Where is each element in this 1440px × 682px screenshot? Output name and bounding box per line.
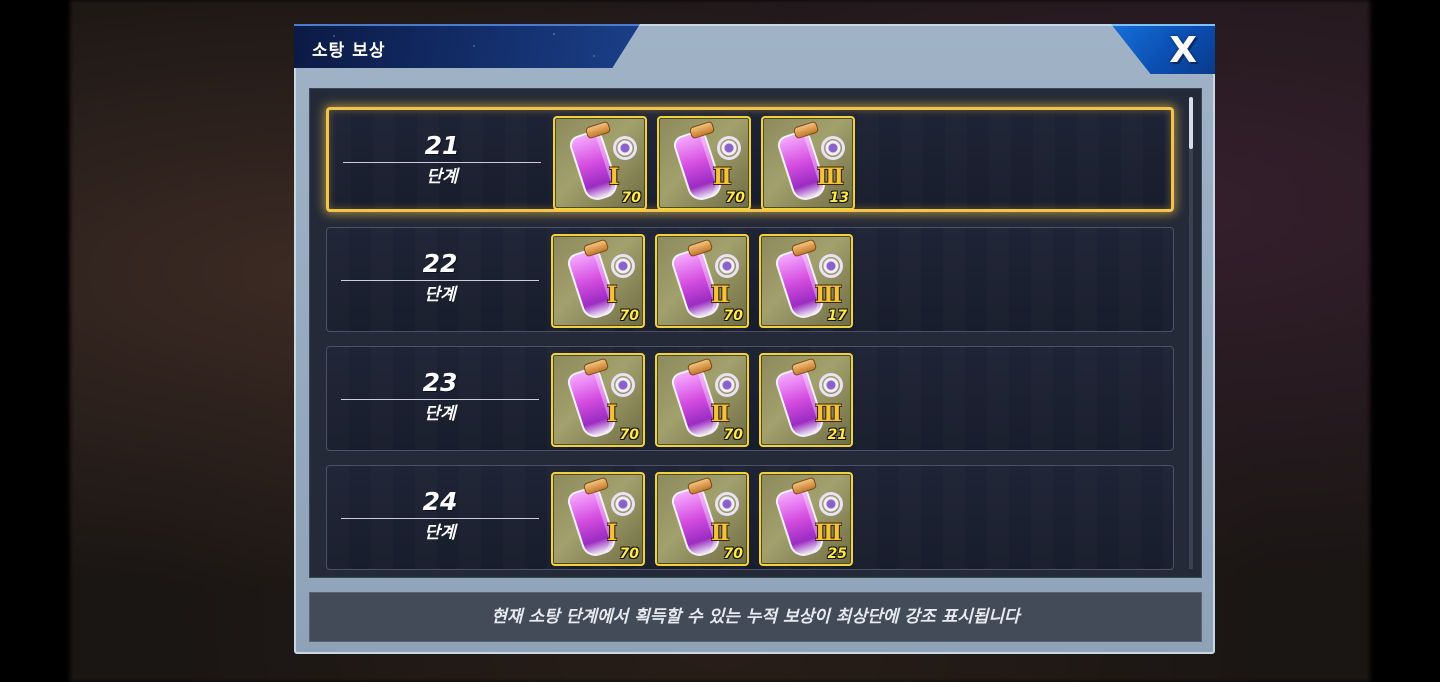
stage-label: 단계 — [424, 523, 456, 543]
reward-items: I 70 II 70 III 17 — [551, 234, 853, 328]
item-quantity: 70 — [723, 308, 743, 324]
reward-item-slot[interactable]: II 70 — [655, 234, 749, 328]
tier-numeral: III — [815, 520, 842, 546]
tier-numeral: I — [609, 164, 619, 190]
tier-numeral: I — [607, 401, 617, 427]
item-quantity: 17 — [827, 308, 847, 324]
close-icon: X — [1169, 30, 1197, 71]
tier-numeral: III — [817, 164, 844, 190]
stage-indicator: 24 단계 — [341, 488, 539, 543]
stage-number: 24 — [422, 487, 458, 516]
tier-numeral: II — [713, 164, 732, 190]
tier-numeral: I — [607, 282, 617, 308]
stage-divider — [341, 399, 539, 400]
tier-numeral: III — [815, 282, 842, 308]
reward-item-slot[interactable]: III 17 — [759, 234, 853, 328]
item-quantity: 70 — [619, 308, 639, 324]
reward-list[interactable]: 21 단계 I 70 II 70 III 13 22 단계 I 70 II 70 III 17 23 단계 I 70 I… — [309, 88, 1202, 578]
reward-item-slot[interactable]: I 70 — [551, 472, 645, 566]
stage-divider — [343, 162, 541, 163]
tier-numeral: III — [815, 401, 842, 427]
stage-number: 21 — [424, 131, 460, 160]
tier-numeral: II — [711, 520, 730, 546]
stage-number: 23 — [422, 368, 458, 397]
stage-indicator: 22 단계 — [341, 250, 539, 305]
stage-label: 단계 — [424, 404, 456, 424]
reward-row: 24 단계 I 70 II 70 III 25 — [326, 465, 1174, 570]
dialog-title: 소탕 보상 — [312, 41, 386, 61]
reward-item-slot[interactable]: I 70 — [553, 116, 647, 210]
close-button[interactable]: X — [1111, 24, 1215, 74]
reward-item-slot[interactable]: II 70 — [655, 472, 749, 566]
scrollbar-thumb[interactable] — [1189, 97, 1193, 149]
reward-row: 21 단계 I 70 II 70 III 13 — [326, 107, 1174, 212]
stage-label: 단계 — [426, 167, 458, 187]
stage-indicator: 23 단계 — [341, 369, 539, 424]
tier-numeral: II — [711, 401, 730, 427]
reward-row: 22 단계 I 70 II 70 III 17 — [326, 227, 1174, 332]
item-quantity: 70 — [619, 427, 639, 443]
item-quantity: 13 — [829, 190, 849, 206]
reward-item-slot[interactable]: III 21 — [759, 353, 853, 447]
tier-numeral: II — [711, 282, 730, 308]
stage-divider — [341, 518, 539, 519]
reward-item-slot[interactable]: I 70 — [551, 353, 645, 447]
item-quantity: 70 — [725, 190, 745, 206]
reward-items: I 70 II 70 III 13 — [553, 116, 855, 210]
item-quantity: 70 — [723, 427, 743, 443]
title-tab: 소탕 보상 — [294, 24, 640, 68]
item-quantity: 70 — [619, 546, 639, 562]
reward-items: I 70 II 70 III 21 — [551, 353, 853, 447]
reward-item-slot[interactable]: II 70 — [657, 116, 751, 210]
item-quantity: 25 — [827, 546, 847, 562]
item-quantity: 70 — [723, 546, 743, 562]
scrollbar[interactable] — [1189, 97, 1193, 569]
reward-item-slot[interactable]: II 70 — [655, 353, 749, 447]
reward-items: I 70 II 70 III 25 — [551, 472, 853, 566]
reward-item-slot[interactable]: III 13 — [761, 116, 855, 210]
item-quantity: 70 — [621, 190, 641, 206]
tier-numeral: I — [607, 520, 617, 546]
reward-row: 23 단계 I 70 II 70 III 21 — [326, 346, 1174, 451]
item-quantity: 21 — [827, 427, 847, 443]
footer-hint: 현재 소탕 단계에서 획득할 수 있는 누적 보상이 최상단에 강조 표시됩니다 — [309, 592, 1202, 642]
stage-divider — [341, 280, 539, 281]
stage-number: 22 — [422, 249, 458, 278]
reward-item-slot[interactable]: III 25 — [759, 472, 853, 566]
stage-label: 단계 — [424, 285, 456, 305]
sweep-reward-dialog: 소탕 보상 X 21 단계 I 70 II 70 III 13 22 단계 I 70 II 70 III 17… — [294, 24, 1215, 654]
reward-item-slot[interactable]: I 70 — [551, 234, 645, 328]
stage-indicator: 21 단계 — [343, 132, 541, 187]
